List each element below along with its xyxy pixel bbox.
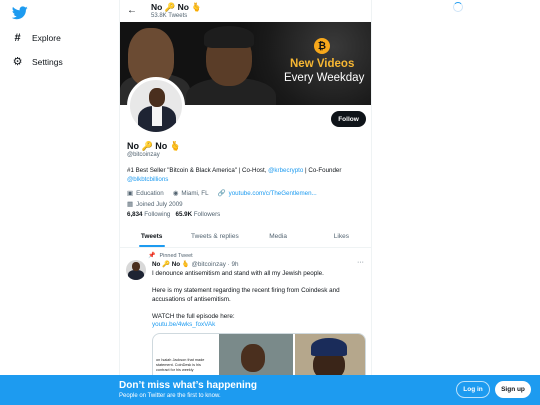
bio-mention-link[interactable]: @blkbtcbillions [127,176,168,183]
briefcase-icon: ▣ [127,190,134,197]
website-link[interactable]: youtube.com/c/TheGentlemen... [229,190,317,197]
tab-likes[interactable]: Likes [310,226,371,247]
nav-item-label: Explore [32,32,61,43]
following-count: 6,834 [127,211,143,218]
tab-tweets-replies[interactable]: Tweets & replies [183,226,246,247]
signup-banner: Don’t miss what’s happening People on Tw… [0,375,540,405]
more-options-icon[interactable]: ··· [357,259,364,266]
bio-mention-link[interactable]: @krbecrypto [268,167,303,174]
tweet-paragraph: Here is my statement regarding the recen… [152,287,340,303]
media-cap [311,338,347,356]
follow-counts: 6,834 Following 65.9K Followers [127,211,220,218]
location-text: Miami, FL [181,189,209,197]
follow-button[interactable]: Follow [331,111,366,127]
tweet-paragraph: I denounce antisemitism and stand with a… [152,270,324,277]
meta-location: ◉ Miami, FL [172,189,209,198]
link-icon: 🔗 [217,190,226,197]
banner-headline: New Videos [290,58,355,70]
nav-item-label: Settings [32,56,63,67]
tweet-avatar[interactable] [126,260,146,280]
profile-meta: ▣ Education ◉ Miami, FL 🔗 youtube.com/c/… [127,189,369,209]
bitcoin-logo-icon: ₿ [314,38,330,54]
signup-banner-title: Don’t miss what’s happening [119,380,257,391]
tab-tweets[interactable]: Tweets [120,226,183,247]
tweet-author-name[interactable]: No 🔑 No 🫰 [152,261,190,268]
avatar-shirt [152,106,162,126]
profile-top-bar: ← No 🔑 No 🫰 53.8K Tweets [120,0,371,22]
tweet-author-handle[interactable]: @bitcoinzay [191,261,225,268]
following-label: Following [144,211,171,218]
pinned-label: 📌 Pinned Tweet [148,252,193,260]
signup-banner-subtitle: People on Twitter are the first to know. [119,393,221,399]
loading-spinner-icon [453,2,463,12]
profile-tabs: Tweets Tweets & replies Media Likes [120,226,371,248]
left-nav: # Explore ⚙ Settings [0,0,118,405]
tweet-time[interactable]: 9h [231,261,238,268]
tweet-avatar-suit [128,270,144,280]
meta-joined: ▦ Joined July 2009 [127,200,183,209]
back-arrow-icon[interactable]: ← [127,5,137,16]
tweet-count: 53.8K Tweets [151,12,188,19]
bio-text: #1 Best Seller "Bitcoin & Black America"… [127,167,269,174]
tweet-text: I denounce antisemitism and stand with a… [152,270,367,330]
banner-subheadline: Every Weekday [284,72,365,84]
profile-name: No 🔑 No 🫰 [127,141,181,151]
followers-count: 65.9K [175,211,193,218]
bio-text: | Co-Founder [303,167,342,174]
calendar-icon: ▦ [127,201,134,208]
banner-beanie [204,26,254,48]
login-button[interactable]: Log in [456,381,490,398]
profile-avatar[interactable] [127,77,185,135]
signup-button[interactable]: Sign up [495,381,531,398]
hashtag-icon: # [14,31,21,44]
media-face [241,344,265,372]
gear-icon: ⚙ [12,56,23,68]
pinned-text: Pinned Tweet [159,252,193,259]
category-text: Education [136,189,164,197]
media-caption-text: on Isaiah Jackson that made statement. C… [156,358,205,372]
nav-item-explore[interactable]: # Explore [12,31,61,44]
meta-website[interactable]: 🔗 youtube.com/c/TheGentlemen... [217,189,317,198]
avatar-face [149,88,165,107]
tab-media[interactable]: Media [247,226,310,247]
tweet-avatar-face [132,262,140,271]
twitter-bird-icon[interactable] [12,6,28,20]
header-name: No 🔑 No 🫰 [151,2,202,12]
profile-handle: @bitcoinzay [127,152,160,158]
pin-icon: 📌 [148,253,156,259]
tweet-paragraph: WATCH the full episode here: [152,312,235,320]
following-link[interactable]: 6,834 Following [127,211,170,218]
followers-label: Followers [193,211,221,218]
location-pin-icon: ◉ [172,190,179,197]
meta-category: ▣ Education [127,189,164,198]
profile-column: ← No 🔑 No 🫰 53.8K Tweets ₿ New Videos Ev… [119,0,372,405]
tweet-header: No 🔑 No 🫰 @bitcoinzay · 9h [152,261,239,268]
profile-bio: #1 Best Seller "Bitcoin & Black America"… [127,166,369,184]
nav-item-settings[interactable]: ⚙ Settings [12,56,63,68]
followers-link[interactable]: 65.9K Followers [176,211,221,218]
tweet-link[interactable]: youtu.be/4wks_foxVAk [152,321,215,328]
joined-text: Joined July 2009 [136,200,183,208]
